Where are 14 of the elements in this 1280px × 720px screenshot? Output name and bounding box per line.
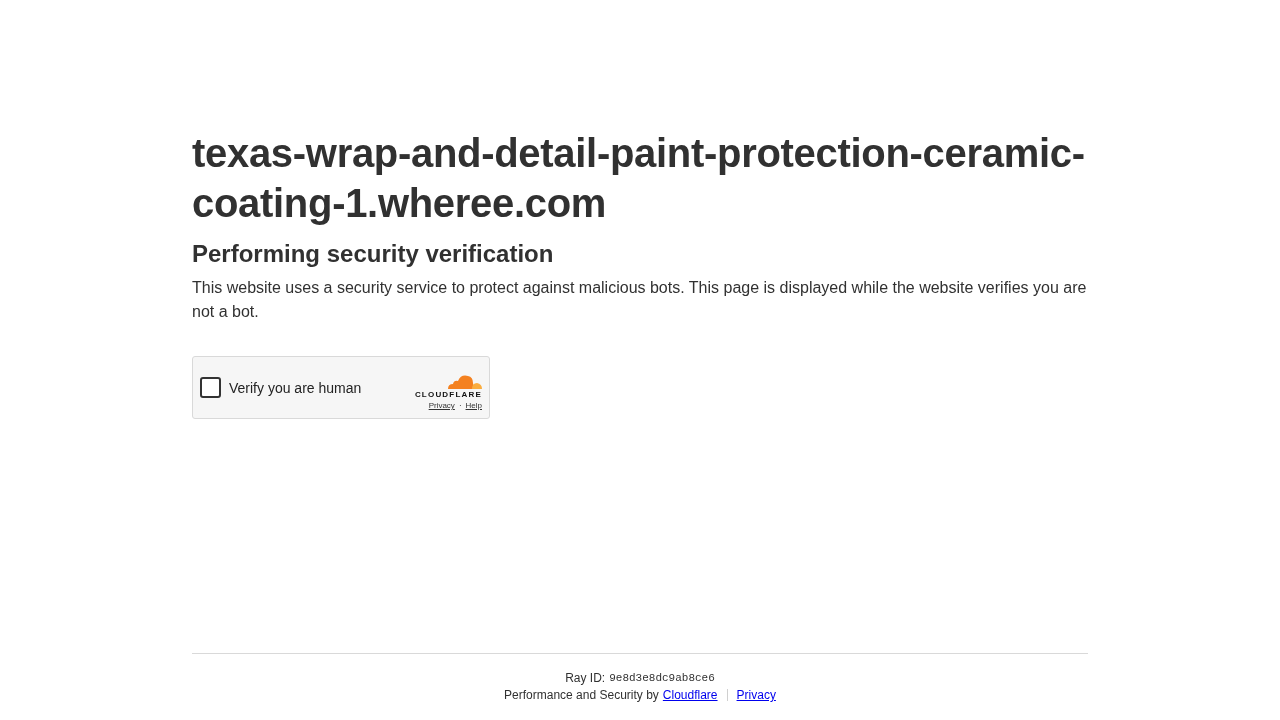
page-heading: texas-wrap-and-detail-paint-protection-ceramic-coating-1.wheree.com [192, 130, 1086, 227]
description-text: This website uses a security service to protect against malicious bots. This page is displayed while the website verifies you are not a bot. [192, 278, 1088, 322]
separator-dot: · [458, 401, 462, 410]
help-link[interactable]: Help [465, 401, 482, 410]
logo-text: CLOUDFLARE [414, 390, 482, 399]
ray-id-value: 9e8d3e8dc9ab8ce6 [609, 672, 715, 684]
page-subheading: Performing security verification [192, 239, 555, 269]
privacy-link[interactable]: Privacy [736, 688, 776, 702]
checkbox-label: Verify you are human [229, 379, 362, 396]
cloudflare-link[interactable]: Cloudflare [662, 688, 718, 702]
ray-id-label: Ray ID: [565, 671, 606, 685]
credit-text: Performance and Security by [504, 688, 659, 702]
privacy-link[interactable]: Privacy [428, 401, 455, 410]
checkbox[interactable] [200, 377, 221, 398]
